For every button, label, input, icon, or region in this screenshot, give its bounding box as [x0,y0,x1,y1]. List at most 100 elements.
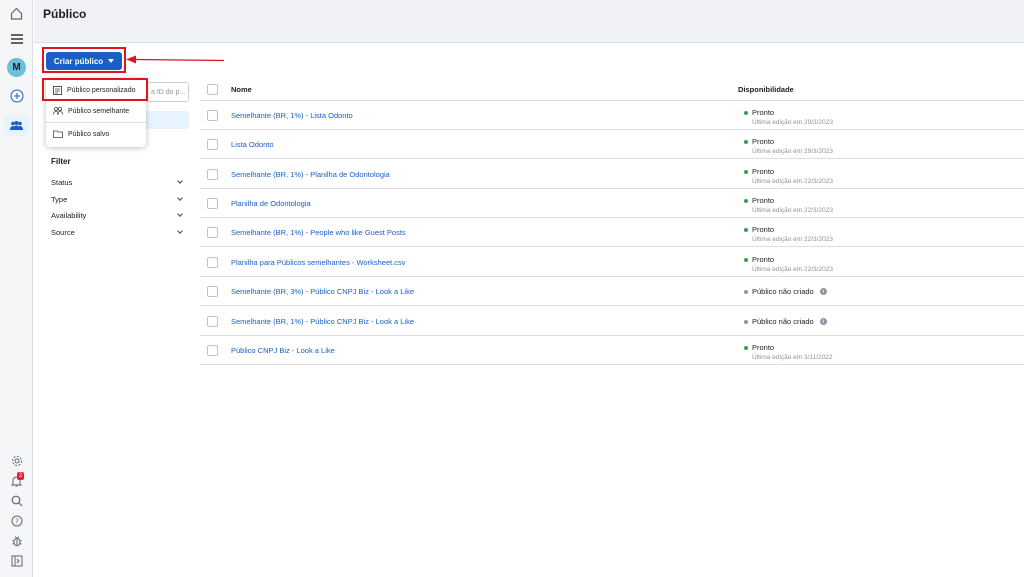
audience-name-link[interactable]: Planilha para Públicos semelhantes - Wor… [231,258,406,267]
availability-status: Pronto Última edição em 29/3/2023 [744,108,833,126]
status-dot [744,319,748,324]
search-icon[interactable] [8,492,25,509]
availability-status: Pronto Última edição em 22/3/2023 [744,167,833,185]
page-title: Público [43,7,87,21]
column-header-availability: Disponibilidade [738,85,794,94]
table-row[interactable]: Planilha de Odontologia Pronto Última ediç… [200,189,1024,218]
folder-icon [53,130,63,138]
status-dot [744,139,748,144]
filter-source[interactable]: Source [51,226,184,238]
audience-name-link[interactable]: Semelhante (BR, 3%) - Público CNPJ Biz -… [231,287,414,296]
table-row[interactable]: Semelhante (BR, 1%) - Público CNPJ Biz -… [200,307,1024,336]
left-nav-rail: M 2 ? [0,0,33,577]
info-icon[interactable]: i [819,288,827,295]
row-checkbox[interactable] [207,198,218,209]
filter-type[interactable]: Type [51,193,184,205]
audience-name-link[interactable]: Semelhante (BR, 1%) - People who like Gu… [231,228,406,237]
table-row[interactable]: Semelhante (BR, 3%) - Público CNPJ Biz -… [200,277,1024,306]
page-header: Público [34,0,1024,43]
status-text: Pronto [752,108,775,117]
status-text: Pronto [752,196,775,205]
home-icon[interactable] [8,5,25,22]
audiences-nav-item[interactable] [4,115,29,136]
menu-item-lookalike-audience[interactable]: Público semelhante [46,101,146,121]
svg-text:?: ? [15,517,19,525]
panel-icon[interactable] [8,552,25,569]
last-edited-text: Última edição em 22/3/2023 [752,207,833,214]
menu-item-saved-audience[interactable]: Público salvo [46,124,146,144]
last-edited-text: Última edição em 29/3/2023 [752,148,833,155]
availability-status: Público não criado i [744,287,827,296]
table-row[interactable]: Lista Odonto Pronto Última edição em 29/3/… [200,130,1024,159]
status-dot [744,257,748,262]
avatar[interactable]: M [7,58,26,77]
help-icon[interactable]: ? [8,512,25,529]
audience-name-link[interactable]: Lista Odonto [231,140,274,149]
create-audience-menu: Público personalizado Público semelhante… [46,78,146,147]
caret-down-icon [108,59,115,63]
info-icon[interactable]: i [819,318,827,325]
select-all-checkbox[interactable] [207,84,218,95]
availability-status: Pronto Última edição em 22/3/2023 [744,196,833,214]
table-header: Nome Disponibilidade [200,79,1024,101]
last-edited-text: Última edição em 22/3/2023 [752,266,833,273]
menu-item-custom-audience[interactable]: Público personalizado [46,80,146,100]
filter-status[interactable]: Status [51,176,184,188]
table-row[interactable]: Semelhante (BR, 1%) - People who like Gu… [200,218,1024,247]
chevron-down-icon [177,194,183,201]
filter-title: Filter [51,157,71,166]
status-text: Pronto [752,225,775,234]
bug-icon[interactable] [8,532,25,549]
audience-name-link[interactable]: Semelhante (BR, 1%) - Público CNPJ Biz -… [231,317,414,326]
status-dot [744,289,748,294]
row-checkbox[interactable] [207,169,218,180]
row-checkbox[interactable] [207,345,218,356]
chevron-down-icon [177,227,183,234]
availability-status: Pronto Última edição em 29/3/2023 [744,137,833,155]
status-dot [744,110,748,115]
table-row[interactable]: Planilha para Públicos semelhantes - Wor… [200,248,1024,277]
column-header-name: Nome [231,85,252,94]
status-dot [744,227,748,232]
audience-name-link[interactable]: Planilha de Odontologia [231,199,311,208]
last-edited-text: Última edição em 22/3/2023 [752,236,833,243]
table-row[interactable]: Público CNPJ Biz - Look a Like Pronto Últi… [200,336,1024,365]
row-checkbox[interactable] [207,110,218,121]
row-checkbox[interactable] [207,139,218,150]
status-dot [744,198,748,203]
status-text: Pronto [752,255,775,264]
audience-name-link[interactable]: Semelhante (BR, 1%) - Lista Odonto [231,111,353,120]
gear-icon[interactable] [8,452,25,469]
add-circle-icon[interactable] [8,87,25,104]
row-checkbox[interactable] [207,257,218,268]
status-dot [744,169,748,174]
status-dot [744,345,748,350]
audience-name-link[interactable]: Público CNPJ Biz - Look a Like [231,346,335,355]
availability-status: Pronto Última edição em 3/11/2022 [744,343,832,361]
status-text: Público não criado [752,287,814,296]
filter-availability[interactable]: Availability [51,209,184,221]
chevron-down-icon [177,210,183,217]
menu-divider [46,122,146,123]
annotation-arrow [126,55,225,64]
status-text: Pronto [752,167,775,176]
status-text: Pronto [752,343,775,352]
row-checkbox[interactable] [207,316,218,327]
status-text: Pronto [752,137,775,146]
row-checkbox[interactable] [207,286,218,297]
audience-name-link[interactable]: Semelhante (BR, 1%) - Planilha de Odonto… [231,170,390,179]
menu-icon[interactable] [8,30,25,47]
create-audience-button[interactable]: Criar público [46,52,122,70]
last-edited-text: Última edição em 29/3/2023 [752,119,833,126]
people-icon [53,107,63,115]
notification-badge: 2 [17,472,24,480]
status-text: Público não criado [752,317,814,326]
availability-status: Público não criado i [744,317,827,326]
availability-status: Pronto Última edição em 22/3/2023 [744,225,833,243]
last-edited-text: Última edição em 3/11/2022 [752,354,833,361]
table-row[interactable]: Semelhante (BR, 1%) - Planilha de Odonto… [200,160,1024,189]
table-row[interactable]: Semelhante (BR, 1%) - Lista Odonto Pronto… [200,101,1024,130]
row-checkbox[interactable] [207,227,218,238]
availability-status: Pronto Última edição em 22/3/2023 [744,255,833,273]
custom-audience-icon [53,85,62,95]
